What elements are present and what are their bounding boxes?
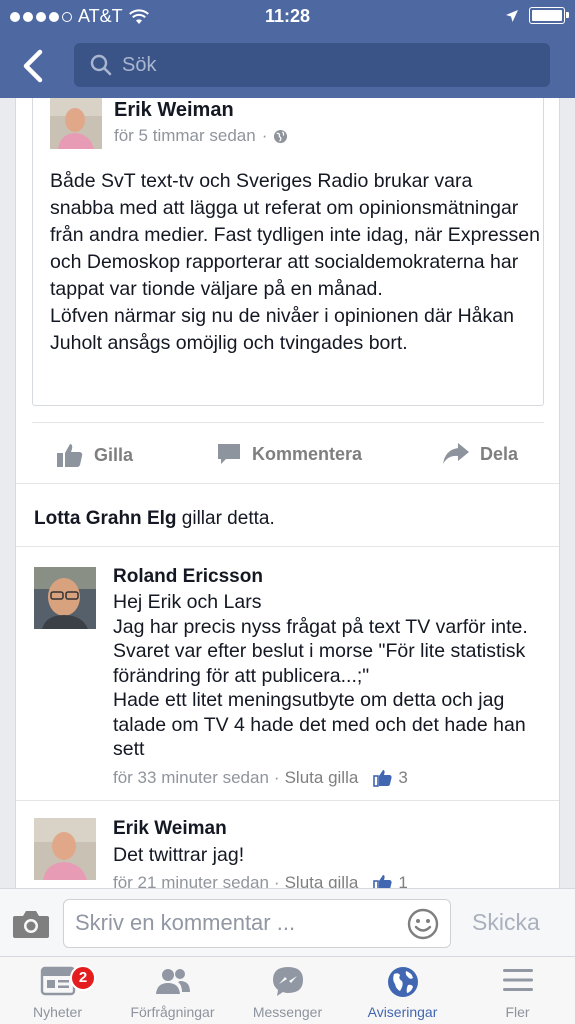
- comment-icon: [218, 444, 240, 464]
- commenter-name[interactable]: Erik Weiman: [113, 818, 227, 840]
- search-bar[interactable]: [74, 43, 550, 87]
- comment-input-box[interactable]: [63, 899, 451, 948]
- commenter-name[interactable]: Roland Ericsson: [113, 566, 263, 588]
- location-arrow-icon: [506, 9, 518, 22]
- likes-suffix: gillar detta.: [181, 508, 275, 529]
- post-detail: Erik Weiman för 5 timmar sedan · Både Sv…: [15, 98, 560, 888]
- search-input[interactable]: [122, 53, 522, 77]
- commenter-avatar[interactable]: [34, 567, 96, 629]
- search-icon: [90, 54, 112, 76]
- comment-item: Erik Weiman Det twittrar jag! för 21 min…: [16, 800, 559, 888]
- post-author-name[interactable]: Erik Weiman: [114, 99, 234, 122]
- meta-separator: ·: [273, 873, 280, 888]
- tab-label: Fler: [505, 1004, 530, 1020]
- comment-timestamp[interactable]: för 33 minuter sedan: [113, 768, 269, 788]
- author-avatar[interactable]: [50, 98, 102, 149]
- tab-bar: 2 Nyheter Förfrågningar Messenger Aviser…: [0, 956, 575, 1024]
- like-icon: [57, 444, 83, 467]
- thumbs-up-icon: [373, 875, 392, 888]
- clock: 11:28: [264, 6, 311, 26]
- shared-post-card[interactable]: Erik Weiman för 5 timmar sedan · Både Sv…: [32, 98, 544, 406]
- back-chevron-icon[interactable]: [18, 46, 50, 86]
- smiley-icon[interactable]: [407, 908, 439, 940]
- tab-label: Förfrågningar: [130, 1004, 215, 1020]
- globe-icon: [274, 129, 288, 143]
- post-timestamp[interactable]: för 5 timmar sedan: [114, 126, 256, 146]
- comment-meta: för 33 minuter sedan · Sluta gilla 3: [113, 768, 408, 788]
- commenter-avatar[interactable]: [34, 818, 96, 880]
- comment-timestamp[interactable]: för 21 minuter sedan: [113, 873, 269, 888]
- comment-button[interactable]: Kommentera: [216, 441, 362, 467]
- unlike-link[interactable]: Sluta gilla: [285, 768, 359, 788]
- notification-badge: 2: [70, 965, 96, 991]
- like-button[interactable]: Gilla: [56, 441, 133, 469]
- post-meta: för 5 timmar sedan ·: [114, 126, 288, 146]
- status-bar: AT&T 11:28: [0, 0, 575, 34]
- post-actions: Gilla Kommentera Dela: [32, 422, 544, 482]
- messenger-icon: [272, 967, 303, 996]
- tab-friend-requests[interactable]: Förfrågningar: [115, 957, 230, 1024]
- tab-more[interactable]: Fler: [460, 957, 575, 1024]
- tab-label: Messenger: [252, 1004, 323, 1020]
- top-bar: AT&T 11:28: [0, 0, 575, 98]
- unlike-link[interactable]: Sluta gilla: [285, 873, 359, 888]
- comment-like-count[interactable]: 3: [398, 768, 407, 788]
- tab-news-feed[interactable]: 2 Nyheter: [0, 957, 115, 1024]
- comment-text: Hej Erik och Lars Jag har precis nyss fr…: [113, 591, 528, 760]
- post-body: Både SvT text-tv och Sveriges Radio bruk…: [50, 170, 540, 354]
- comment-like-count[interactable]: 1: [398, 873, 407, 888]
- tab-label: Aviseringar: [367, 1004, 438, 1020]
- thumbs-up-icon: [373, 770, 392, 787]
- globe-icon: [387, 967, 418, 997]
- comment-text: Det twittrar jag!: [113, 844, 245, 866]
- send-button[interactable]: Skicka: [472, 909, 540, 936]
- liker-name[interactable]: Lotta Grahn Elg: [34, 508, 177, 529]
- meta-separator: ·: [273, 768, 280, 787]
- comment-input[interactable]: [75, 910, 395, 936]
- meta-separator: ·: [261, 126, 268, 145]
- tab-messenger[interactable]: Messenger: [230, 957, 345, 1024]
- comment-composer: Skicka: [0, 888, 575, 956]
- battery-icon: [529, 7, 569, 24]
- like-label: Gilla: [94, 444, 134, 465]
- likes-summary[interactable]: Lotta Grahn Elg gillar detta.: [16, 483, 559, 547]
- menu-icon: [502, 969, 533, 991]
- share-icon: [443, 443, 469, 464]
- comment-label: Kommentera: [252, 443, 363, 464]
- friends-icon: [155, 969, 190, 994]
- comment-meta: för 21 minuter sedan · Sluta gilla 1: [113, 873, 408, 888]
- share-button[interactable]: Dela: [442, 441, 518, 467]
- tab-notifications[interactable]: Aviseringar: [345, 957, 460, 1024]
- camera-icon[interactable]: [12, 909, 50, 939]
- tab-label: Nyheter: [32, 1004, 83, 1020]
- share-label: Dela: [480, 443, 519, 464]
